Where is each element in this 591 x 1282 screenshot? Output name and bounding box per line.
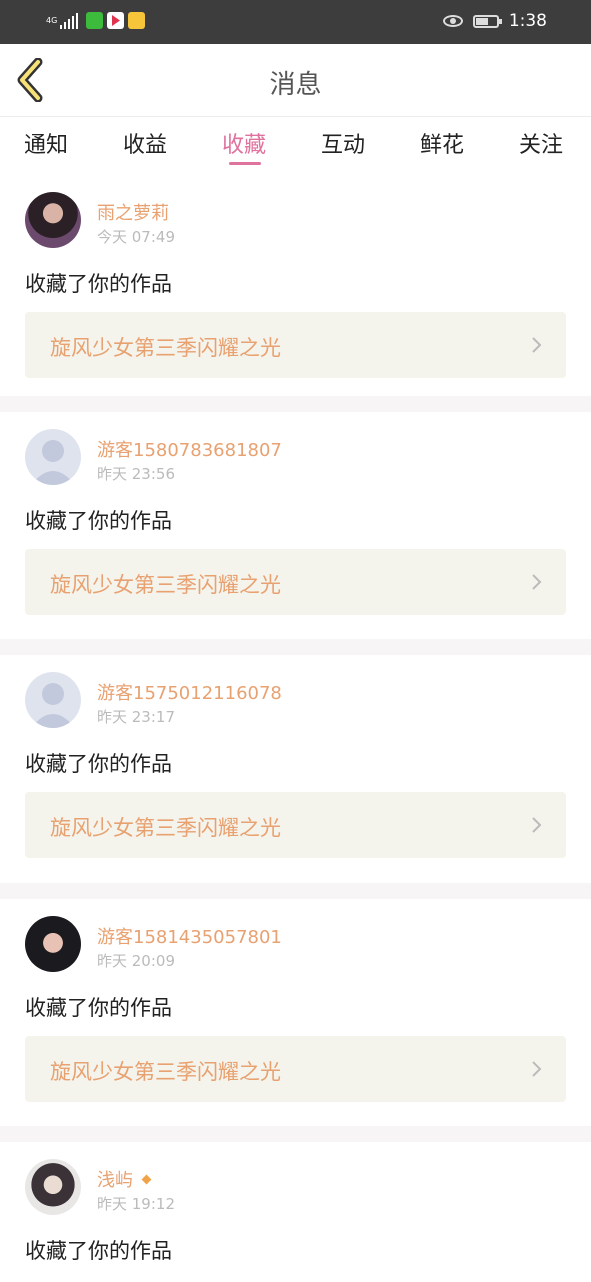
chevron-right-icon [532,574,542,590]
action-text: 收藏了你的作品 [25,996,172,1020]
default-avatar-icon [31,683,75,728]
avatar[interactable] [25,192,81,248]
timestamp: 昨天 23:56 [97,465,175,483]
action-text: 收藏了你的作品 [25,752,172,776]
tab-notifications[interactable]: 通知 [24,127,68,159]
eye-icon [442,15,463,27]
nav-header: 消息 [0,44,591,117]
timestamp: 今天 07:49 [97,228,175,246]
tab-follows[interactable]: 关注 [519,127,563,159]
work-card[interactable]: 旋风少女第三季闪耀之光 [25,792,566,858]
username[interactable]: 游客1580783681807 [97,436,282,462]
tab-bar: 通知 收益 收藏 互动 鲜花 关注 [0,117,591,173]
default-avatar-icon [31,440,75,485]
work-card[interactable]: 旋风少女第三季闪耀之光 [25,1036,566,1102]
work-card[interactable]: 旋风少女第三季闪耀之光 [25,549,566,615]
vip-badge-icon [141,1174,152,1184]
message-item: 浅屿 昨天 19:12 收藏了你的作品 [0,1142,591,1282]
username[interactable]: 浅屿 [97,1166,152,1192]
username[interactable]: 雨之萝莉 [97,199,169,225]
timestamp: 昨天 20:09 [97,952,175,970]
timestamp: 昨天 23:17 [97,708,175,726]
status-right: 1:38 [442,11,547,31]
username[interactable]: 游客1581435057801 [97,923,282,949]
chevron-right-icon [532,1061,542,1077]
work-card[interactable]: 旋风少女第三季闪耀之光 [25,312,566,378]
chevron-right-icon [532,337,542,353]
message-item: 游客1581435057801 昨天 20:09 收藏了你的作品 旋风少女第三季… [0,899,591,1120]
app-icon-video [107,12,124,29]
avatar[interactable] [25,916,81,972]
action-text: 收藏了你的作品 [25,272,172,296]
work-title: 旋风少女第三季闪耀之光 [50,573,281,597]
status-left: 4G [46,12,145,29]
tab-earnings[interactable]: 收益 [123,127,167,159]
username[interactable]: 游客1575012116078 [97,679,282,705]
message-item: 雨之萝莉 今天 07:49 收藏了你的作品 旋风少女第三季闪耀之光 [0,175,591,396]
message-item: 游客1580783681807 昨天 23:56 收藏了你的作品 旋风少女第三季… [0,412,591,633]
tab-flowers[interactable]: 鲜花 [420,127,464,159]
action-text: 收藏了你的作品 [25,1239,172,1263]
avatar[interactable] [25,672,81,728]
avatar[interactable] [25,1159,81,1215]
app-icon-yellow [128,12,145,29]
signal-icon [60,12,78,29]
work-title: 旋风少女第三季闪耀之光 [50,1060,281,1084]
work-title: 旋风少女第三季闪耀之光 [50,816,281,840]
work-title: 旋风少女第三季闪耀之光 [50,336,281,360]
battery-icon [472,14,502,28]
chevron-right-icon [532,817,542,833]
status-time: 1:38 [508,11,547,31]
tab-favorites[interactable]: 收藏 [222,127,266,159]
status-bar: 4G 1:38 [0,0,591,44]
message-item: 游客1575012116078 昨天 23:17 收藏了你的作品 旋风少女第三季… [0,655,591,876]
app-icon-green [86,12,103,29]
divider [0,639,591,655]
tab-interactions[interactable]: 互动 [321,127,365,159]
divider [0,1126,591,1142]
active-tab-indicator [229,162,261,165]
page-title: 消息 [269,70,322,100]
network-type: 4G [46,15,58,25]
avatar[interactable] [25,429,81,485]
action-text: 收藏了你的作品 [25,509,172,533]
divider [0,396,591,412]
divider [0,883,591,899]
timestamp: 昨天 19:12 [97,1195,175,1213]
username-text: 浅屿 [97,1170,133,1191]
